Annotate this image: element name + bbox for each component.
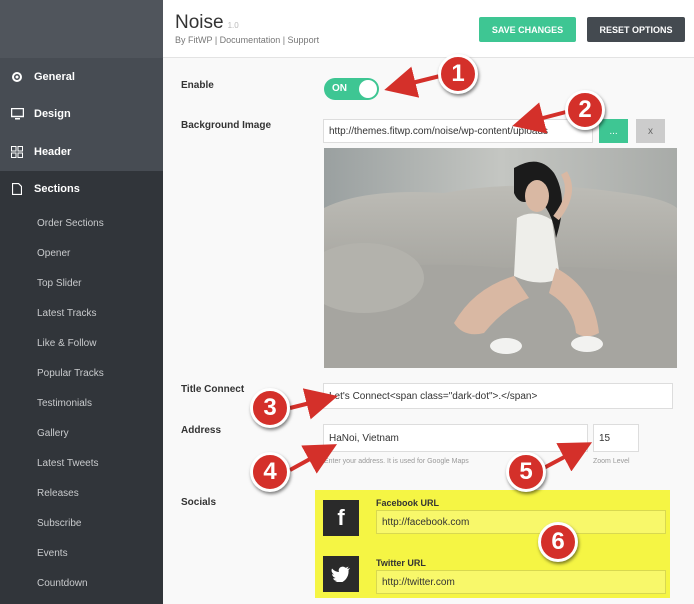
toggle-text: ON [332,83,347,94]
subnav-item-order-sections[interactable]: Order Sections [0,208,163,238]
subnav-item-latest-tracks[interactable]: Latest Tracks [0,298,163,328]
reset-options-button[interactable]: RESET OPTIONS [587,17,685,42]
sidebar-item-label: Sections [34,183,80,196]
upload-image-button[interactable]: ... [599,119,628,143]
subnav-item-popular-tracks[interactable]: Popular Tracks [0,358,163,388]
enable-label: Enable [181,80,214,91]
page-title: Noise 1.0 [175,12,239,34]
subnav-item-gallery[interactable]: Gallery [0,418,163,448]
title-connect-label: Title Connect [181,384,245,395]
subnav-item-opener[interactable]: Opener [0,238,163,268]
callout-3: 3 [250,388,290,428]
subnav-item-events[interactable]: Events [0,538,163,568]
subnav-item-top-slider[interactable]: Top Slider [0,268,163,298]
save-changes-button[interactable]: SAVE CHANGES [479,17,576,42]
document-icon [10,182,24,196]
background-image-label: Background Image [181,120,272,131]
socials-label: Socials [181,497,217,508]
theme-name: Noise [175,12,224,33]
title-connect-input[interactable]: Let's Connect<span class="dark-dot">.</s… [323,383,673,409]
subnav-item-latest-tweets[interactable]: Latest Tweets [0,448,163,478]
monitor-icon [10,107,24,121]
background-image-url-input[interactable]: http://themes.fitwp.com/noise/wp-content… [323,119,593,143]
address-label: Address [181,425,222,436]
zoom-level-input[interactable]: 15 [593,424,639,452]
byline-links[interactable]: By FitWP | Documentation | Support [175,35,319,45]
sidebar-item-label: Header [34,145,72,158]
enable-toggle[interactable]: ON [324,78,379,100]
gear-icon [10,70,24,84]
toggle-knob [359,80,377,98]
twitter-icon [323,556,359,592]
grid-icon [10,145,24,159]
subnav-item-testimonials[interactable]: Testimonials [0,388,163,418]
sidebar-top [0,0,163,58]
socials-group: f Facebook URL http://facebook.com Twitt… [315,490,670,598]
callout-2: 2 [565,90,605,130]
address-input[interactable]: HaNoi, Vietnam [323,424,588,452]
subnav-item-countdown[interactable]: Countdown [0,568,163,598]
callout-1: 1 [438,54,478,94]
facebook-url-label: Facebook URL [376,498,440,508]
zoom-level-hint: Zoom Level [593,458,630,465]
page-header: Noise 1.0 By FitWP | Documentation | Supp… [163,0,694,58]
version-label: 1.0 [227,21,239,30]
facebook-url-input[interactable]: http://facebook.com [376,510,666,534]
subnav-item-like-follow[interactable]: Like & Follow [0,328,163,358]
background-image-preview [324,148,677,368]
sidebar-item-label: General [34,70,75,83]
main-panel: Noise 1.0 By FitWP | Documentation | Supp… [163,0,694,604]
twitter-url-label: Twitter URL [376,558,426,568]
sidebar-item-design[interactable]: Design [0,96,163,134]
sidebar-item-general[interactable]: General [0,58,163,96]
facebook-icon: f [323,500,359,536]
callout-6: 6 [538,522,578,562]
sections-subnav: Order Sections Opener Top Slider Latest … [0,208,163,604]
sidebar-item-header[interactable]: Header [0,133,163,171]
address-hint: Enter your address. It is used for Googl… [324,458,469,465]
callout-4: 4 [250,452,290,492]
sidebar-item-sections[interactable]: Sections [0,170,163,208]
sidebar-item-label: Design [34,108,71,121]
remove-image-button[interactable]: x [636,119,665,143]
sidebar: General Design Header Sections Order Sec… [0,0,163,604]
twitter-url-input[interactable]: http://twitter.com [376,570,666,594]
subnav-item-releases[interactable]: Releases [0,478,163,508]
subnav-item-subscribe[interactable]: Subscribe [0,508,163,538]
callout-5: 5 [506,452,546,492]
